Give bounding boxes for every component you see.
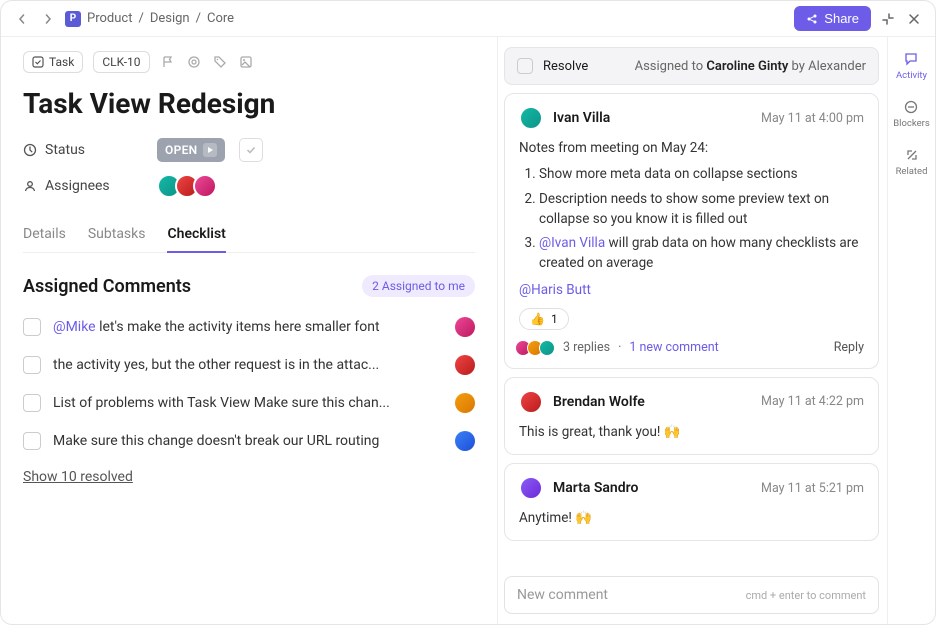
status-label: Status bbox=[23, 142, 143, 158]
nav-back[interactable] bbox=[13, 10, 31, 28]
topbar: P Product / Design / Core Share bbox=[1, 1, 935, 37]
comment-text: List of problems with Task View Make sur… bbox=[53, 395, 443, 411]
close-icon[interactable] bbox=[905, 10, 923, 28]
person-icon bbox=[23, 179, 37, 193]
section-title: Assigned Comments bbox=[23, 276, 191, 297]
status-icon bbox=[23, 143, 37, 157]
chat-icon bbox=[903, 51, 919, 67]
checkbox[interactable] bbox=[23, 394, 41, 412]
avatar[interactable] bbox=[519, 106, 543, 130]
comment-body: Notes from meeting on May 24: Show more … bbox=[519, 138, 864, 300]
resolve-checkbox[interactable] bbox=[517, 58, 533, 74]
tab-details[interactable]: Details bbox=[23, 218, 66, 252]
comment-thread: Marta Sandro May 11 at 5:21 pm Anytime! … bbox=[504, 463, 879, 541]
reply-button[interactable]: Reply bbox=[834, 340, 864, 355]
list-item[interactable]: @Mike let's make the activity items here… bbox=[23, 313, 475, 341]
resolve-bar: Resolve Assigned to Caroline Ginty by Al… bbox=[504, 47, 879, 85]
task-id-pill[interactable]: CLK-10 bbox=[93, 51, 149, 73]
mention[interactable]: @Haris Butt bbox=[519, 282, 591, 298]
complete-checkbox[interactable] bbox=[239, 138, 263, 162]
checkbox[interactable] bbox=[23, 432, 41, 450]
tab-subtasks[interactable]: Subtasks bbox=[88, 218, 146, 252]
page-title: Task View Redesign bbox=[23, 87, 475, 120]
target-icon[interactable] bbox=[186, 54, 202, 70]
related-icon bbox=[904, 147, 920, 163]
tabs: Details Subtasks Checklist bbox=[23, 218, 475, 253]
activity-panel: Resolve Assigned to Caroline Ginty by Al… bbox=[497, 37, 887, 624]
avatar[interactable] bbox=[519, 476, 543, 500]
task-type-pill[interactable]: Task bbox=[23, 51, 83, 73]
timestamp: May 11 at 5:21 pm bbox=[761, 481, 864, 496]
assignees-label: Assignees bbox=[23, 178, 143, 194]
reaction[interactable]: 👍 1 bbox=[519, 308, 569, 330]
flag-icon[interactable] bbox=[160, 54, 176, 70]
rail-activity[interactable]: Activity bbox=[896, 47, 927, 85]
left-panel: Task CLK-10 Task View Redesign Status OP… bbox=[1, 37, 497, 624]
breadcrumb-design[interactable]: Design bbox=[150, 11, 190, 26]
show-resolved-link[interactable]: Show 10 resolved bbox=[23, 469, 133, 485]
tab-checklist[interactable]: Checklist bbox=[167, 218, 225, 252]
collapse-icon[interactable] bbox=[879, 10, 897, 28]
avatar[interactable] bbox=[455, 393, 475, 413]
rail-related[interactable]: Related bbox=[896, 143, 928, 181]
list-item[interactable]: Make sure this change doesn't break our … bbox=[23, 427, 475, 455]
comment-text: @Mike let's make the activity items here… bbox=[53, 319, 443, 335]
avatar[interactable] bbox=[455, 317, 475, 337]
timestamp: May 11 at 4:22 pm bbox=[761, 394, 864, 409]
breadcrumb-core[interactable]: Core bbox=[207, 11, 234, 26]
comment-thread: Ivan Villa May 11 at 4:00 pm Notes from … bbox=[504, 93, 879, 369]
author: Marta Sandro bbox=[553, 480, 638, 496]
composer-hint: cmd + enter to comment bbox=[746, 589, 866, 602]
share-icon bbox=[806, 13, 818, 25]
reply-count[interactable]: 3 replies bbox=[563, 340, 610, 355]
avatar[interactable] bbox=[455, 355, 475, 375]
list-item[interactable]: the activity yes, but the other request … bbox=[23, 351, 475, 379]
comment-text: Make sure this change doesn't break our … bbox=[53, 433, 443, 449]
comment-body: Anytime! 🙌 bbox=[519, 508, 864, 528]
comment-thread: Brendan Wolfe May 11 at 4:22 pm This is … bbox=[504, 377, 879, 455]
assigned-to-text: Assigned to Caroline Ginty by Alexander bbox=[635, 59, 866, 74]
share-button[interactable]: Share bbox=[794, 6, 871, 31]
task-toolbar: Task CLK-10 bbox=[23, 51, 475, 73]
author: Brendan Wolfe bbox=[553, 394, 645, 410]
breadcrumb-project[interactable]: Product bbox=[87, 11, 132, 26]
status-row: Status OPEN bbox=[23, 138, 475, 162]
play-icon bbox=[203, 143, 217, 157]
blockers-icon bbox=[903, 99, 919, 115]
status-badge[interactable]: OPEN bbox=[157, 138, 225, 162]
comment-composer[interactable]: New comment cmd + enter to comment bbox=[504, 576, 879, 614]
new-comment-count[interactable]: 1 new comment bbox=[629, 340, 718, 355]
checkbox[interactable] bbox=[23, 356, 41, 374]
comment-text: the activity yes, but the other request … bbox=[53, 357, 443, 373]
breadcrumb[interactable]: P Product / Design / Core bbox=[65, 11, 234, 27]
resolve-label: Resolve bbox=[543, 59, 588, 74]
checkbox[interactable] bbox=[23, 318, 41, 336]
avatar bbox=[539, 340, 555, 356]
assigned-badge[interactable]: 2 Assigned to me bbox=[362, 275, 475, 297]
avatar[interactable] bbox=[193, 174, 217, 198]
assignees-row: Assignees bbox=[23, 174, 475, 198]
composer-placeholder: New comment bbox=[517, 587, 608, 603]
project-icon: P bbox=[65, 11, 81, 27]
image-icon[interactable] bbox=[238, 54, 254, 70]
task-icon bbox=[32, 56, 44, 68]
tag-icon[interactable] bbox=[212, 54, 228, 70]
comment-body: This is great, thank you! 🙌 bbox=[519, 422, 864, 442]
avatar[interactable] bbox=[519, 390, 543, 414]
avatar[interactable] bbox=[455, 431, 475, 451]
nav-forward[interactable] bbox=[39, 10, 57, 28]
rail-blockers[interactable]: Blockers bbox=[893, 95, 930, 133]
timestamp: May 11 at 4:00 pm bbox=[761, 111, 864, 126]
author: Ivan Villa bbox=[553, 110, 610, 126]
list-item[interactable]: List of problems with Task View Make sur… bbox=[23, 389, 475, 417]
right-rail: Activity Blockers Related bbox=[887, 37, 935, 624]
